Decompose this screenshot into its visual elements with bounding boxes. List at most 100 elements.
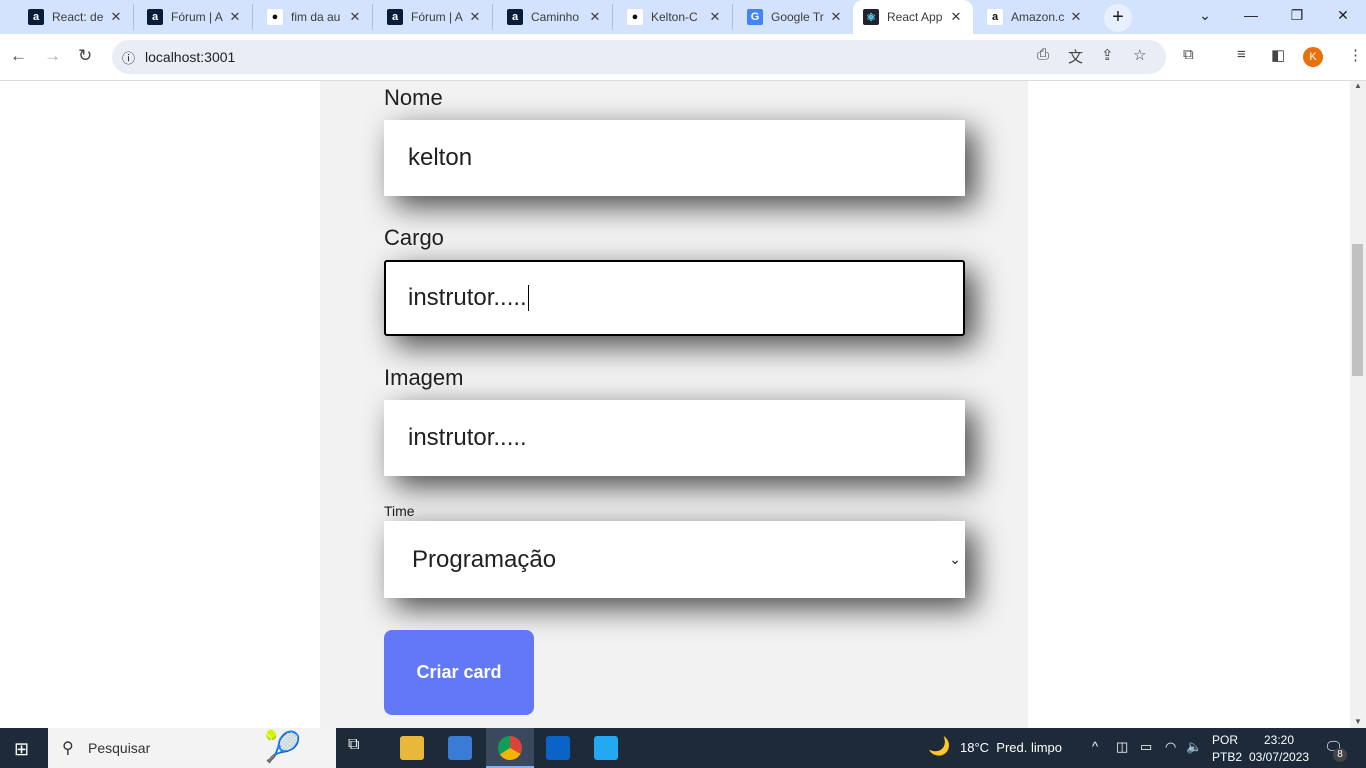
side-panel-icon[interactable]: ◧ [1271, 46, 1285, 64]
page-content: Nome kelton Cargo instrutor..... Imagem … [0, 81, 1350, 728]
profile-avatar[interactable]: K [1303, 47, 1323, 67]
camera-icon[interactable]: ◫ [1116, 739, 1128, 755]
tab-title: React App [887, 10, 943, 24]
scrollbar[interactable]: ▲ ▼ [1350, 81, 1366, 728]
alura-icon: a [28, 9, 44, 25]
scroll-down-icon[interactable]: ▼ [1350, 717, 1366, 726]
scroll-up-icon[interactable]: ▲ [1350, 81, 1366, 90]
url-text: localhost:3001 [145, 49, 236, 65]
show-hidden-icons[interactable]: ^ [1092, 739, 1098, 754]
browser-tab[interactable]: a Amazon.c ✕ [977, 4, 1093, 30]
weather-icon[interactable]: 🌙 [928, 736, 950, 757]
imagem-label: Imagem [384, 365, 464, 390]
clock-date[interactable]: 03/07/2023 [1249, 750, 1309, 764]
github-icon: ● [267, 9, 283, 25]
close-tab-icon[interactable]: ✕ [346, 9, 364, 25]
keyboard-layout[interactable]: PTB2 [1212, 750, 1242, 764]
imagem-input[interactable]: instrutor..... [384, 400, 965, 476]
minimize-button[interactable]: — [1228, 0, 1274, 30]
criar-card-button[interactable]: Criar card [384, 630, 534, 715]
battery-icon[interactable]: ▭ [1140, 739, 1152, 755]
extensions-icon[interactable]: ⧉ [1183, 46, 1194, 63]
tab-title: Amazon.c [1011, 10, 1065, 24]
file-explorer-icon[interactable] [400, 736, 424, 760]
cargo-label: Cargo [384, 225, 444, 250]
cargo-value: instrutor..... [408, 284, 527, 311]
cargo-input[interactable]: instrutor..... [384, 260, 965, 336]
browser-tab[interactable]: ● Kelton-C ✕ [617, 4, 733, 30]
alura-icon: a [387, 9, 403, 25]
tab-title: fim da au [291, 10, 341, 24]
address-bar[interactable]: ⓘ localhost:3001 [112, 40, 1166, 74]
google-translate-icon: G [747, 9, 763, 25]
install-icon[interactable]: ⎙ [1037, 46, 1049, 63]
tab-search-button[interactable]: ⌄ [1182, 0, 1228, 30]
browser-tab[interactable]: a Fórum | A ✕ [377, 4, 493, 30]
alura-icon: a [147, 9, 163, 25]
browser-tab[interactable]: ● fim da au ✕ [257, 4, 373, 30]
close-tab-icon[interactable]: ✕ [827, 9, 845, 25]
browser-tab[interactable]: a React: de ✕ [18, 4, 134, 30]
windows-start-icon[interactable]: ⊞ [14, 739, 29, 760]
vscode-icon[interactable] [594, 736, 618, 760]
time-select[interactable]: Programação ⌄ [384, 521, 965, 598]
search-placeholder: Pesquisar [88, 740, 151, 756]
close-tab-icon[interactable]: ✕ [226, 9, 244, 25]
weather-text[interactable]: 18°C Pred. limpo [960, 740, 1062, 755]
close-tab-icon[interactable]: ✕ [1067, 9, 1085, 25]
tab-title: Fórum | A [171, 10, 223, 24]
info-icon[interactable]: ⓘ [122, 48, 135, 67]
close-tab-icon[interactable]: ✕ [586, 9, 604, 25]
share-icon[interactable]: ⇪ [1101, 46, 1114, 64]
github-icon: ● [627, 9, 643, 25]
task-view-icon[interactable]: ⧉ [348, 736, 372, 760]
language-indicator[interactable]: POR [1212, 733, 1238, 747]
media-icon[interactable]: ≡ [1237, 46, 1246, 63]
browser-tab[interactable]: a Caminho ✕ [497, 4, 613, 30]
close-tab-icon[interactable]: ✕ [107, 9, 125, 25]
browser-tab[interactable]: G Google Tr ✕ [737, 4, 853, 30]
outlook-icon[interactable] [546, 736, 570, 760]
store-icon[interactable] [448, 736, 472, 760]
bookmark-star-icon[interactable]: ☆ [1133, 46, 1146, 64]
forward-button[interactable]: → [44, 46, 61, 66]
tab-title: Caminho [531, 10, 580, 24]
browser-toolbar: ← → ↻ ⓘ localhost:3001 ⎙ 文 ⇪ ☆ ⧉ ≡ ◧ K ⋮ [0, 34, 1366, 81]
text-caret [527, 285, 529, 311]
close-tab-icon[interactable]: ✕ [947, 9, 965, 25]
tab-title: Kelton-C [651, 10, 698, 24]
back-button[interactable]: ← [10, 46, 27, 66]
restore-button[interactable]: ❐ [1274, 0, 1320, 30]
close-window-button[interactable]: ✕ [1320, 0, 1366, 30]
time-label: Time [384, 503, 415, 519]
new-tab-button[interactable]: + [1104, 4, 1132, 32]
translate-icon[interactable]: 文 [1068, 46, 1083, 67]
chrome-icon [498, 736, 522, 760]
close-tab-icon[interactable]: ✕ [706, 9, 724, 25]
taskbar-search[interactable]: ⚲ Pesquisar 🎾 [48, 728, 336, 768]
taskbar: ⊞ ⚲ Pesquisar 🎾 ⧉ 🌙 18°C Pred. limpo ^ ◫… [0, 728, 1366, 768]
wifi-icon[interactable]: ◠ [1165, 739, 1176, 755]
volume-icon[interactable]: 🔈 [1186, 739, 1202, 755]
chrome-taskbar-button[interactable] [486, 728, 534, 768]
nome-label: Nome [384, 85, 443, 110]
tab-title: Fórum | A [411, 10, 463, 24]
chevron-down-icon: ⌄ [949, 551, 961, 567]
nome-input[interactable]: kelton [384, 120, 965, 196]
react-icon: ⚛ [863, 9, 879, 25]
nome-value: kelton [408, 144, 473, 171]
browser-tab[interactable]: a Fórum | A ✕ [137, 4, 253, 30]
browser-tab[interactable]: ⚛ React App ✕ [853, 0, 973, 34]
tab-title: Google Tr [771, 10, 824, 24]
clock-time[interactable]: 23:20 [1264, 733, 1294, 747]
tab-title: React: de [52, 10, 104, 24]
close-tab-icon[interactable]: ✕ [466, 9, 484, 25]
search-icon: ⚲ [62, 740, 74, 757]
alura-icon: a [507, 9, 523, 25]
notification-badge: 8 [1333, 748, 1347, 762]
scrollbar-thumb[interactable] [1352, 244, 1363, 376]
amazon-icon: a [987, 9, 1003, 25]
reload-button[interactable]: ↻ [78, 46, 92, 66]
menu-icon[interactable]: ⋮ [1348, 46, 1363, 64]
tab-strip: a React: de ✕ a Fórum | A ✕ ● fim da au ✕ a Fórum … [0, 0, 1366, 34]
